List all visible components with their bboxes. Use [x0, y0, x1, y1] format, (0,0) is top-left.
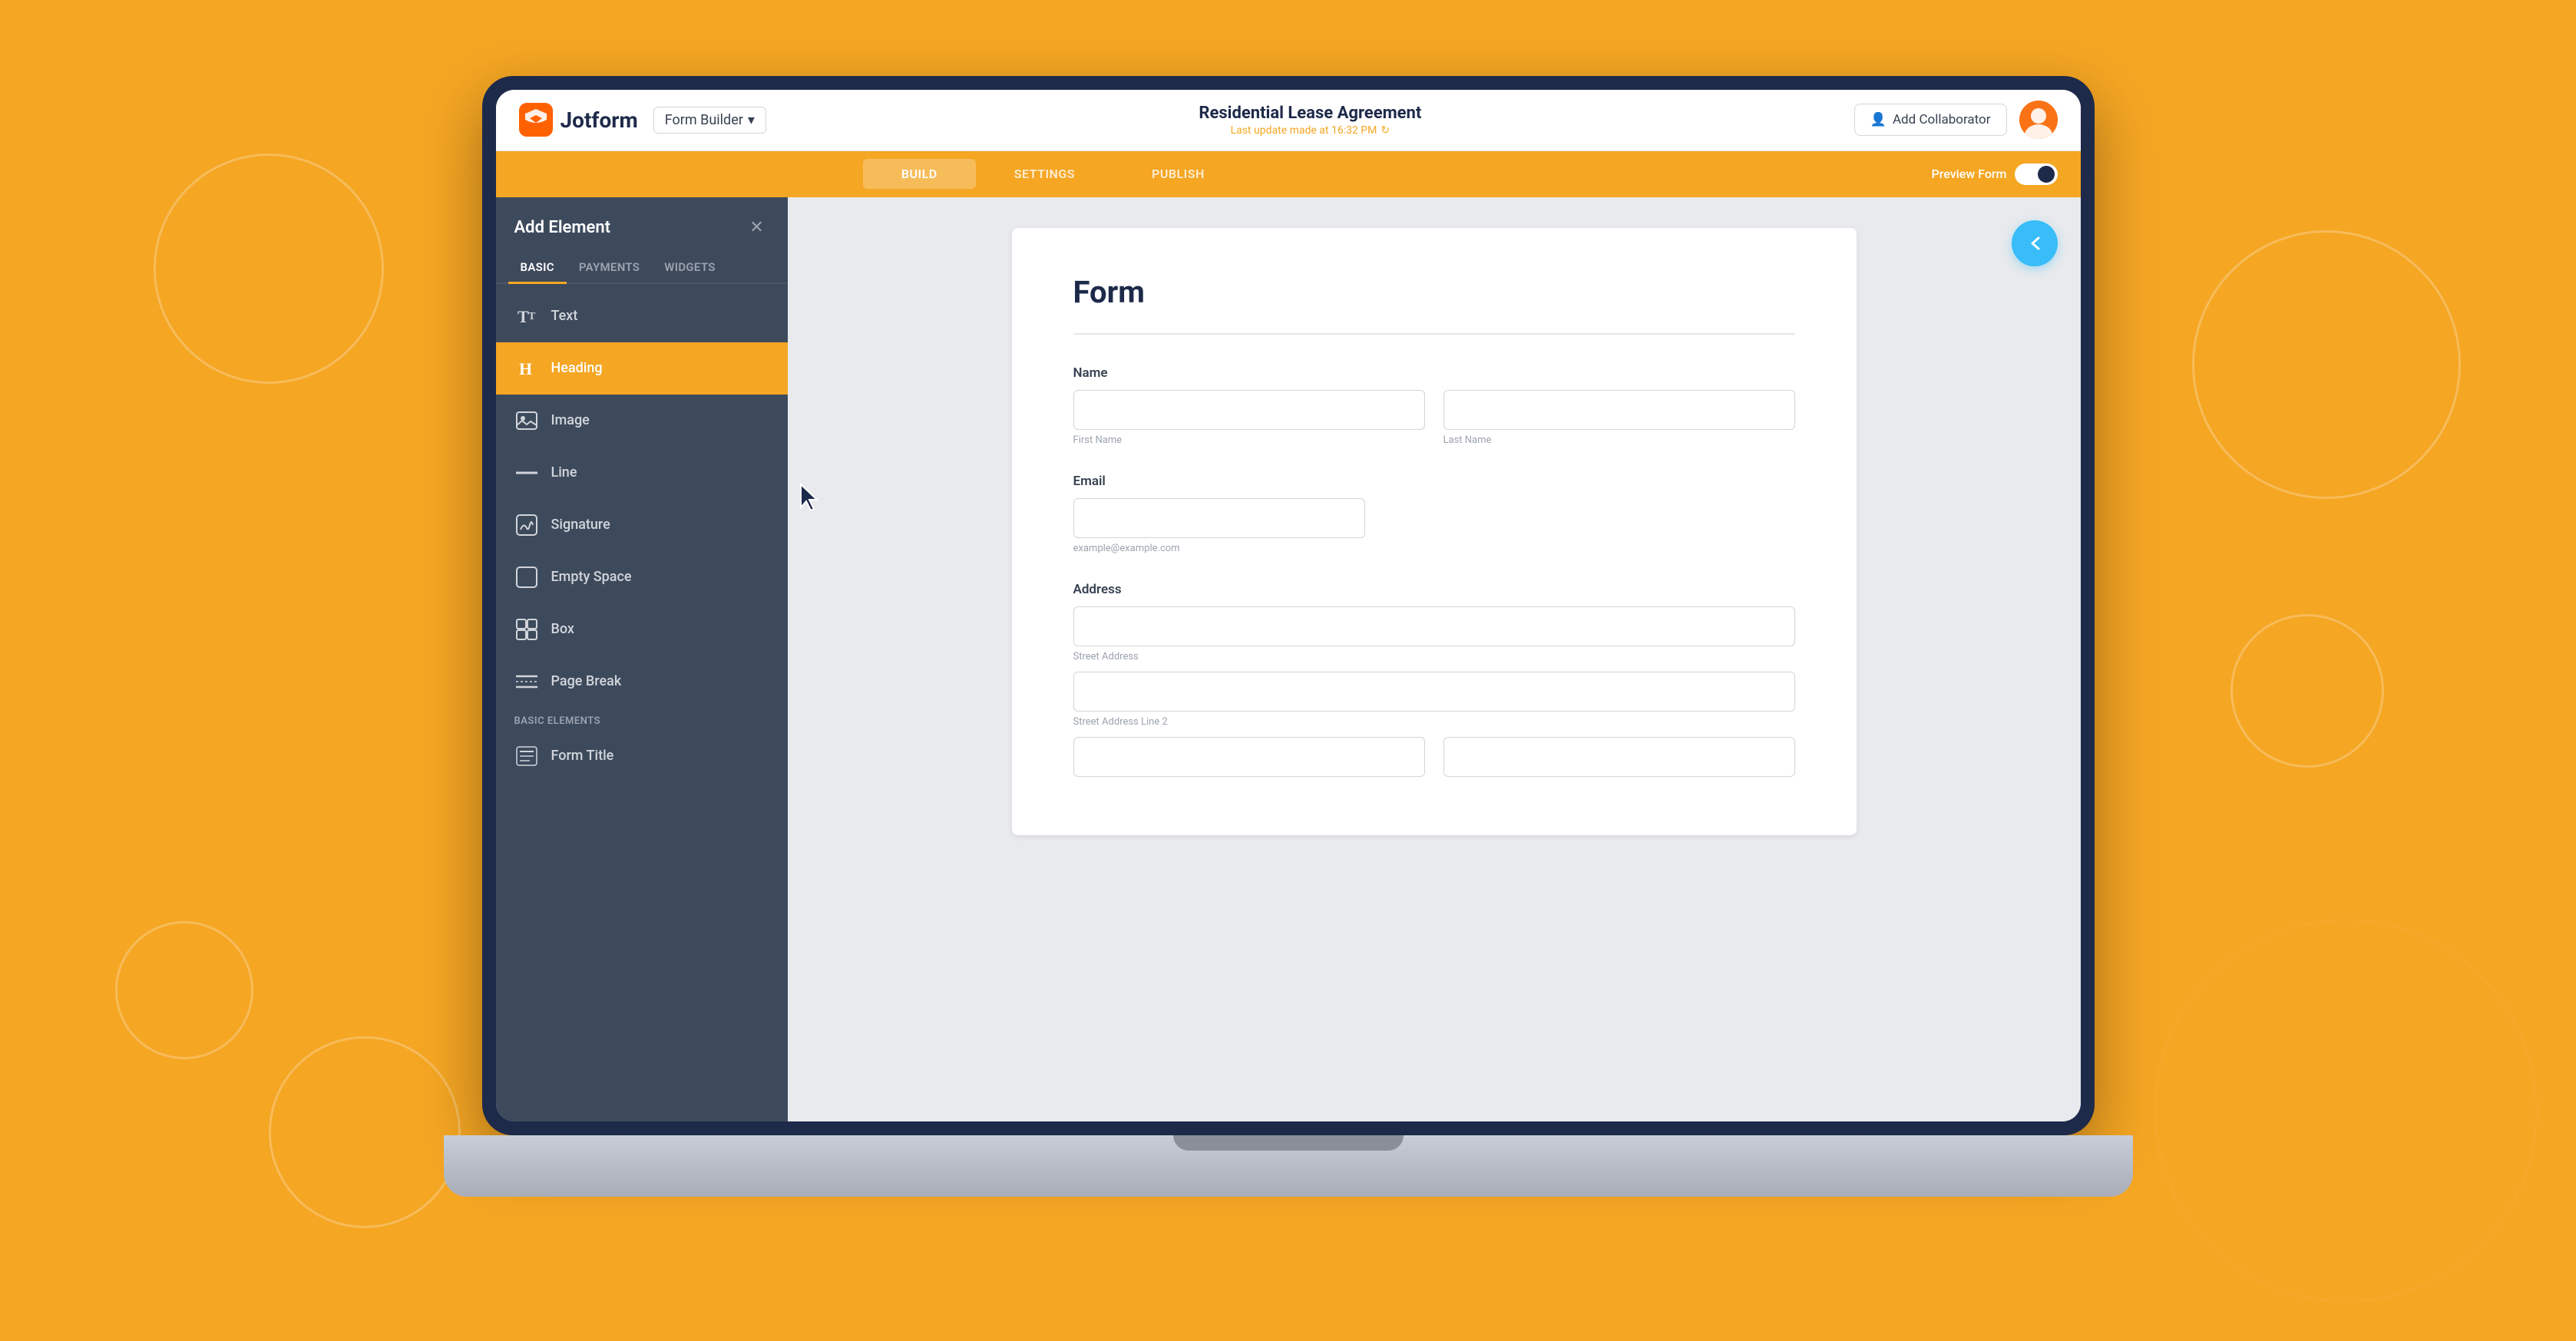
street-address-input[interactable]	[1073, 606, 1795, 646]
state-input[interactable]	[1443, 737, 1795, 777]
toggle-knob	[2038, 166, 2055, 183]
empty-space-icon	[514, 565, 539, 590]
add-collaborator-label: Add Collaborator	[1893, 112, 1991, 127]
sidebar-item-line[interactable]: Line	[496, 447, 788, 499]
email-input[interactable]	[1073, 498, 1365, 538]
street-address-line2-hint: Street Address Line 2	[1073, 716, 1795, 728]
tab-build[interactable]: BUILD	[863, 159, 976, 189]
sidebar-item-image[interactable]: Image	[496, 395, 788, 447]
email-hint: example@example.com	[1073, 543, 1795, 554]
signature-icon	[514, 513, 539, 537]
sidebar-item-heading-label: Heading	[551, 360, 603, 376]
form-builder-label: Form Builder	[665, 112, 743, 128]
logo-text: Jotform	[561, 107, 638, 133]
street-address-hint: Street Address	[1073, 651, 1795, 662]
preview-form-label: Preview Form	[1932, 167, 2007, 181]
sidebar-item-form-title-label: Form Title	[551, 748, 614, 764]
sidebar-tab-basic[interactable]: BASIC	[508, 253, 567, 284]
tab-settings[interactable]: SETTINGS	[976, 159, 1113, 189]
name-row: First Name Last Name	[1073, 390, 1795, 446]
sidebar-item-box-label: Box	[551, 621, 574, 637]
basic-elements-section-label: BASIC ELEMENTS	[496, 708, 788, 730]
first-name-input[interactable]	[1073, 390, 1425, 430]
form-title-text: Residential Lease Agreement	[766, 104, 1854, 123]
sidebar-tab-widgets[interactable]: WIDGETS	[652, 253, 727, 282]
sidebar-header: Add Element ✕	[496, 197, 788, 253]
first-name-hint: First Name	[1073, 434, 1425, 446]
last-update-label: Last update made at 16:32 PM	[1231, 124, 1377, 137]
state-field-wrapper	[1443, 737, 1795, 777]
top-bar: Jotform Form Builder ▾ Residential Lease…	[496, 90, 2081, 151]
sidebar-item-empty-space-label: Empty Space	[551, 569, 632, 585]
preview-toggle-area: Preview Form	[1932, 163, 2058, 185]
sidebar-item-page-break[interactable]: Page Break	[496, 656, 788, 708]
sidebar-items-list: T T Text H	[496, 284, 788, 1121]
preview-toggle-switch[interactable]	[2015, 163, 2058, 185]
first-name-field-wrapper: First Name	[1073, 390, 1425, 446]
avatar[interactable]	[2019, 101, 2058, 139]
laptop-base	[444, 1135, 2133, 1197]
address-label: Address	[1073, 582, 1795, 597]
sidebar-item-empty-space[interactable]: Empty Space	[496, 551, 788, 603]
back-button[interactable]	[2012, 220, 2058, 266]
form-group-email: Email example@example.com	[1073, 474, 1795, 554]
form-title-icon	[514, 744, 539, 768]
sidebar-tabs: BASIC PAYMENTS WIDGETS	[496, 253, 788, 284]
sidebar-item-box[interactable]: Box	[496, 603, 788, 656]
last-update-text: Last update made at 16:32 PM ↻	[766, 124, 1854, 137]
svg-text:T: T	[518, 307, 529, 326]
form-canvas: Form Name First Name	[788, 197, 2081, 1121]
user-plus-icon: 👤	[1870, 112, 1887, 127]
sidebar-item-page-break-label: Page Break	[551, 673, 622, 689]
heading-icon: H	[514, 356, 539, 381]
sidebar-item-text-label: Text	[551, 308, 578, 324]
sidebar-item-text[interactable]: T T Text	[496, 290, 788, 342]
nav-tabs: BUILD SETTINGS PUBLISH	[863, 159, 1243, 189]
last-name-field-wrapper: Last Name	[1443, 390, 1795, 446]
text-icon: T T	[514, 304, 539, 329]
name-label: Name	[1073, 365, 1795, 381]
avatar-image	[2019, 101, 2058, 139]
form-card: Form Name First Name	[1012, 228, 1857, 835]
form-card-title: Form	[1073, 274, 1795, 335]
sidebar: Add Element ✕ BASIC PAYMENTS WIDGETS	[496, 197, 788, 1121]
back-icon	[2023, 232, 2046, 255]
sidebar-item-signature-label: Signature	[551, 517, 610, 533]
email-label: Email	[1073, 474, 1795, 489]
last-name-hint: Last Name	[1443, 434, 1795, 446]
street-address-line2-input[interactable]	[1073, 672, 1795, 712]
nav-bar: BUILD SETTINGS PUBLISH Preview Form	[496, 151, 2081, 197]
form-group-name: Name First Name Last Name	[1073, 365, 1795, 446]
city-input[interactable]	[1073, 737, 1425, 777]
add-collaborator-button[interactable]: 👤 Add Collaborator	[1854, 104, 2007, 136]
sidebar-title: Add Element	[514, 218, 611, 237]
title-area: Residential Lease Agreement Last update …	[766, 104, 1854, 137]
sidebar-item-form-title[interactable]: Form Title	[496, 730, 788, 782]
last-name-input[interactable]	[1443, 390, 1795, 430]
refresh-icon: ↻	[1381, 124, 1390, 137]
sidebar-item-image-label: Image	[551, 412, 590, 428]
sidebar-item-signature[interactable]: Signature	[496, 499, 788, 551]
box-icon	[514, 617, 539, 642]
page-break-icon	[514, 669, 539, 694]
close-sidebar-button[interactable]: ✕	[745, 216, 769, 240]
form-group-address: Address Street Address Street Address Li…	[1073, 582, 1795, 777]
line-icon	[514, 461, 539, 485]
sidebar-tab-payments[interactable]: PAYMENTS	[567, 253, 652, 282]
address-city-state-row	[1073, 737, 1795, 777]
tab-publish[interactable]: PUBLISH	[1113, 159, 1243, 189]
logo-area: Jotform	[519, 103, 638, 137]
chevron-down-icon: ▾	[748, 112, 755, 128]
sidebar-item-line-label: Line	[551, 464, 577, 481]
svg-text:T: T	[528, 311, 536, 322]
form-builder-button[interactable]: Form Builder ▾	[653, 107, 766, 134]
svg-text:H: H	[519, 359, 532, 378]
laptop-notch	[1173, 1135, 1404, 1151]
image-icon	[514, 408, 539, 433]
sidebar-item-heading[interactable]: H Heading	[496, 342, 788, 395]
right-area: 👤 Add Collaborator	[1854, 101, 2058, 139]
jotform-logo-icon	[519, 103, 553, 137]
city-field-wrapper	[1073, 737, 1425, 777]
main-content: Add Element ✕ BASIC PAYMENTS WIDGETS	[496, 197, 2081, 1121]
